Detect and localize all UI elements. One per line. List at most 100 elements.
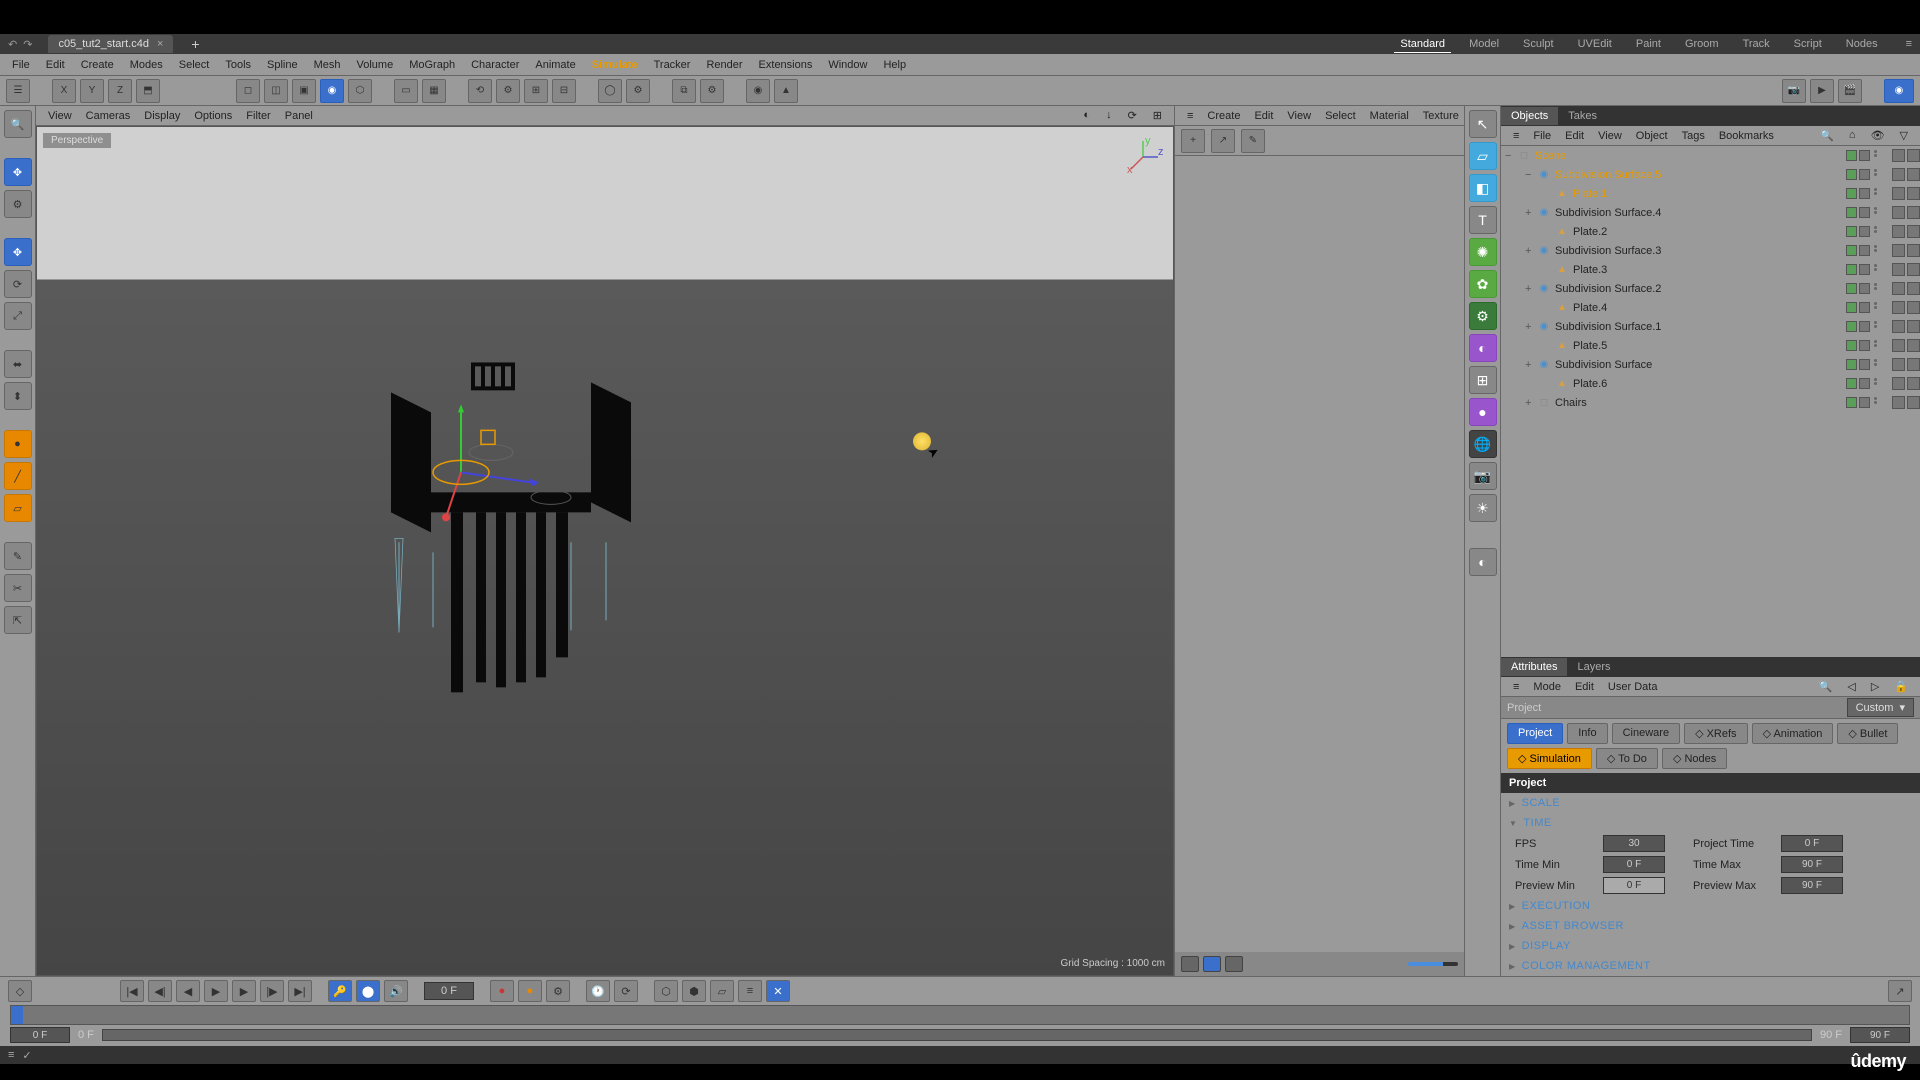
new-tab-button[interactable]: + [191,36,199,52]
attr-group-execution[interactable]: ▶EXECUTION [1507,896,1914,916]
menu-window[interactable]: Window [822,57,873,73]
vp-nav3-icon[interactable]: ⟳ [1122,107,1143,124]
next-frame-icon[interactable]: ▶ [232,980,256,1002]
menu-character[interactable]: Character [465,57,525,73]
fps-input[interactable]: 30 [1603,835,1665,852]
opt1-icon[interactable]: ⬡ [654,980,678,1002]
link-icon[interactable]: ↗ [1211,129,1235,153]
axis-gizmo-icon[interactable]: y z x [1123,137,1163,177]
opt5-icon[interactable]: ✕ [766,980,790,1002]
panel-ham-icon[interactable]: ≡ [1181,108,1199,124]
menu-select[interactable]: Select [173,57,216,73]
mat-menu-texture[interactable]: Texture [1417,108,1465,124]
attr-group-color[interactable]: ▶COLOR MANAGEMENT [1507,956,1914,976]
vp-menu-filter[interactable]: Filter [240,108,276,124]
attr-group-scale[interactable]: ▶SCALE [1507,793,1914,813]
brush-icon[interactable]: ✎ [4,542,32,570]
go-start-icon[interactable]: |◀ [120,980,144,1002]
next-key-icon[interactable]: |▶ [260,980,284,1002]
menu-file[interactable]: File [6,57,36,73]
obj-menu-object[interactable]: Object [1630,128,1674,144]
keyframe-icon[interactable]: ◇ [8,980,32,1002]
redo-icon[interactable]: ↷ [23,38,32,51]
loop-icon[interactable]: ⟳ [614,980,638,1002]
prev-key-icon[interactable]: ◀| [148,980,172,1002]
vp-nav1-icon[interactable]: ◐ [1077,107,1096,124]
opt3-icon[interactable]: ▱ [710,980,734,1002]
object-row[interactable]: +◉Subdivision Surface.2 [1501,279,1920,298]
opt2-icon[interactable]: ⬢ [682,980,706,1002]
extrude-icon[interactable]: ⇱ [4,606,32,634]
viewport[interactable]: Perspective y z x [36,126,1174,976]
list-view-icon[interactable] [1181,956,1199,972]
deformer-icon[interactable]: ⬡ [348,79,372,103]
camera-icon[interactable]: 📷 [1782,79,1806,103]
grid2-icon[interactable]: ⊟ [552,79,576,103]
obj-home-icon[interactable]: ⌂ [1843,127,1862,144]
cloner-icon[interactable]: ✺ [1469,238,1497,266]
rec-icon[interactable]: ▶ [1810,79,1834,103]
timeline-ruler[interactable] [10,1005,1910,1025]
plane-icon[interactable]: ▱ [1469,142,1497,170]
obj-menu-tags[interactable]: Tags [1676,128,1711,144]
gear-icon[interactable]: ⚙ [496,79,520,103]
attr-mode-select[interactable]: Custom▾ [1847,698,1914,717]
object-row[interactable]: +◉Subdivision Surface.3 [1501,241,1920,260]
close-icon[interactable]: × [157,38,163,50]
menu-tools[interactable]: Tools [219,57,257,73]
grid1-icon[interactable]: ⊞ [524,79,548,103]
object-row[interactable]: ▲Plate.5 [1501,336,1920,355]
material-icon[interactable]: ◐ [1469,548,1497,576]
cube3-icon[interactable]: ▣ [292,79,316,103]
move-tool-icon[interactable]: ✥ [4,238,32,266]
points-mode-icon[interactable]: ● [4,430,32,458]
knife-icon[interactable]: ✂ [4,574,32,602]
rec-pos-icon[interactable]: ● [490,980,514,1002]
object-row[interactable]: ▲Plate.4 [1501,298,1920,317]
render-view-button[interactable]: ◉ [1884,79,1914,103]
object-row[interactable]: −◉Subdivision Surface.5 [1501,165,1920,184]
range-end[interactable]: 90 F [1850,1027,1910,1043]
attr-tab-button[interactable]: ◇ To Do [1596,748,1658,769]
pv-icon[interactable]: ▲ [774,79,798,103]
mirror-icon[interactable]: ⧉ [672,79,696,103]
obj-menu-file[interactable]: File [1527,128,1557,144]
gear-green-icon[interactable]: ⚙ [1469,302,1497,330]
mat-menu-select[interactable]: Select [1319,108,1362,124]
coord-system-button[interactable]: ⬒ [136,79,160,103]
obj-search-icon[interactable]: 🔍 [1814,127,1840,144]
gear-tool-icon[interactable]: ⚙ [4,190,32,218]
menu-edit[interactable]: Edit [40,57,71,73]
object-row[interactable]: ▲Plate.1 [1501,184,1920,203]
objects-tab[interactable]: Objects [1501,107,1558,125]
layout-groom[interactable]: Groom [1679,36,1725,53]
search-icon[interactable]: 🔍 [4,110,32,138]
attr-tab-button[interactable]: ◇ Nodes [1662,748,1727,769]
scale-tool-icon[interactable]: ⤢ [4,302,32,330]
layout-uvedit[interactable]: UVEdit [1572,36,1618,53]
size-slider[interactable] [1408,962,1458,966]
settings-icon[interactable]: ⚙ [700,79,724,103]
transform-icon[interactable]: ⬌ [4,350,32,378]
hamburger-icon[interactable]: ≡ [1906,38,1912,50]
menu-create[interactable]: Create [75,57,120,73]
menu-volume[interactable]: Volume [351,57,400,73]
floor-icon[interactable]: ▭ [394,79,418,103]
render-icon[interactable]: ◉ [746,79,770,103]
light-icon[interactable]: ☀ [1469,494,1497,522]
attr-search-icon[interactable]: 🔍 [1813,678,1839,695]
timeline-playhead[interactable] [11,1006,23,1024]
prev-frame-icon[interactable]: ◀ [176,980,200,1002]
obj-menu-bookmarks[interactable]: Bookmarks [1713,128,1780,144]
attr-menu-mode[interactable]: Mode [1527,679,1567,695]
sky-icon[interactable]: ▦ [422,79,446,103]
vp-menu-display[interactable]: Display [138,108,186,124]
menu-modes[interactable]: Modes [124,57,169,73]
obj-ham-icon[interactable]: ≡ [1507,128,1525,144]
vp-menu-cameras[interactable]: Cameras [80,108,137,124]
play-icon[interactable]: ▶ [204,980,228,1002]
attr-back-icon[interactable]: ◁ [1841,678,1861,695]
reckey-icon[interactable]: ⬤ [356,980,380,1002]
layout-sculpt[interactable]: Sculpt [1517,36,1560,53]
pmax-input[interactable]: 90 F [1781,877,1843,894]
